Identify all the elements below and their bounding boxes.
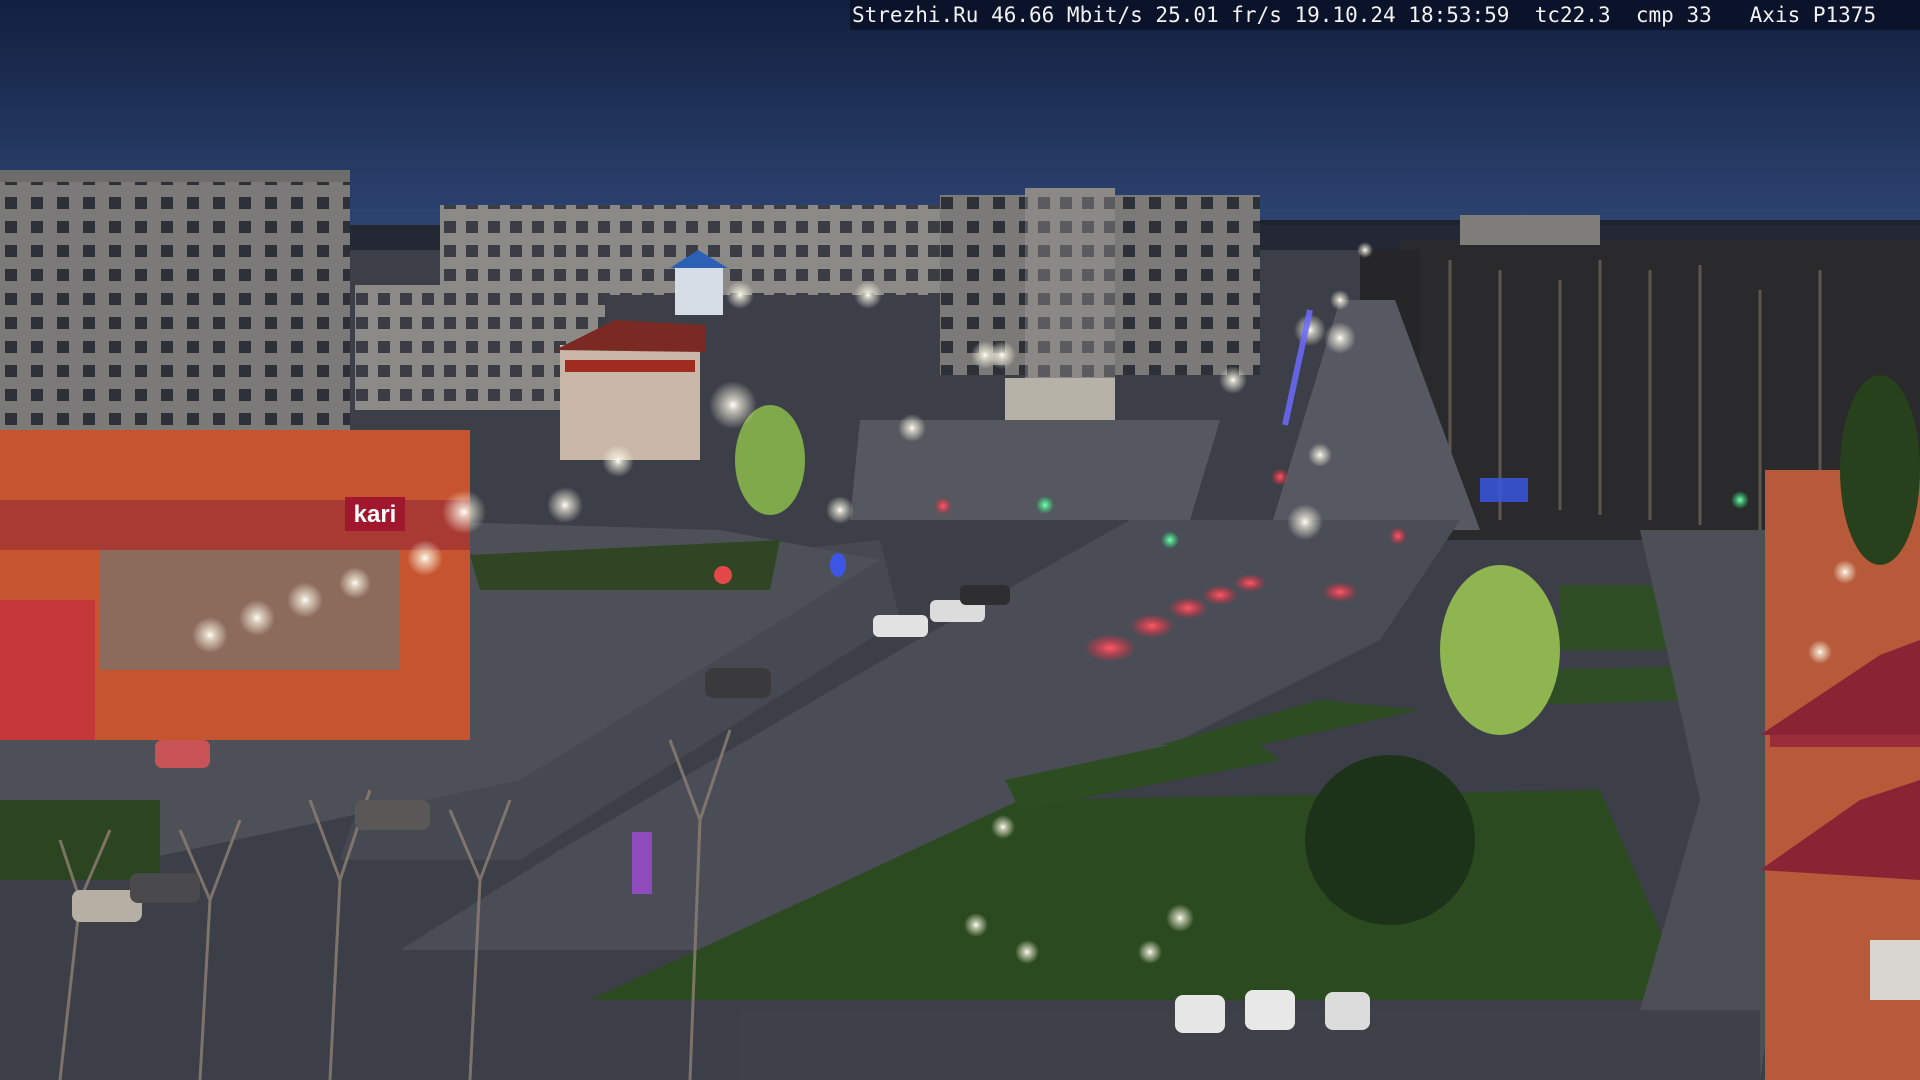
pavilion (1005, 378, 1115, 420)
store-logo-text: kari (354, 501, 397, 528)
fir-tree (1305, 755, 1475, 925)
birch-tree (1440, 565, 1560, 735)
webcam-street-scene: kari (0, 0, 1920, 1080)
camera-info-overlay: Strezhi.Ru 46.66 Mbit/s 25.01 fr/s 19.10… (850, 0, 1920, 30)
tower (675, 265, 723, 315)
store-logo: kari (345, 497, 405, 531)
